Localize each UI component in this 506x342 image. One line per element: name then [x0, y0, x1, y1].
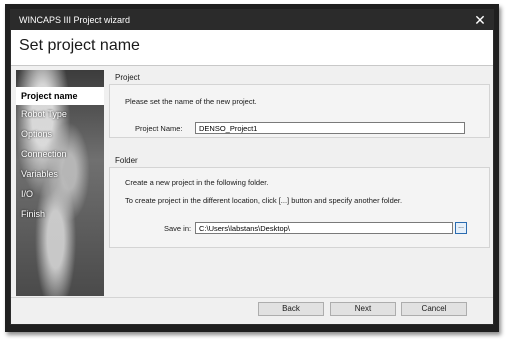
wizard-window: WINCAPS III Project wizard ✕ Set project… — [10, 9, 494, 325]
project-instruction: Please set the name of the new project. — [125, 97, 257, 106]
back-button[interactable]: Back — [258, 302, 324, 316]
next-button[interactable]: Next — [330, 302, 396, 316]
browse-folder-button[interactable]: ... — [455, 222, 467, 234]
title-bar: WINCAPS III Project wizard ✕ — [11, 10, 493, 30]
sidebar-item-project-name: Project name — [16, 87, 104, 105]
window-title: WINCAPS III Project wizard — [19, 15, 131, 25]
sidebar-item-robot-type: Robot Type — [21, 109, 67, 119]
page-header: Set project name — [11, 30, 493, 66]
project-group-label: Project — [115, 73, 140, 82]
wizard-sidebar: Project name Robot Type Options Connecti… — [16, 70, 104, 296]
project-name-input[interactable] — [195, 122, 465, 134]
cancel-button[interactable]: Cancel — [401, 302, 467, 316]
footer-divider — [11, 297, 493, 298]
folder-group-label: Folder — [115, 156, 138, 165]
project-name-label: Project Name: — [135, 124, 183, 133]
page-title: Set project name — [19, 37, 140, 54]
close-icon[interactable]: ✕ — [467, 10, 493, 30]
sidebar-item-options: Options — [21, 129, 53, 139]
save-in-input[interactable] — [195, 222, 453, 234]
folder-description-1: Create a new project in the following fo… — [125, 178, 269, 187]
project-group: Project Please set the name of the new p… — [109, 72, 490, 138]
sidebar-item-connection: Connection — [21, 149, 67, 159]
folder-description-2: To create project in the different locat… — [125, 196, 403, 205]
sidebar-item-finish: Finish — [21, 209, 46, 219]
folder-group: Folder Create a new project in the follo… — [109, 155, 490, 248]
sidebar-item-io: I/O — [21, 189, 34, 199]
save-in-label: Save in: — [164, 224, 192, 233]
sidebar-item-variables: Variables — [21, 169, 58, 179]
content-area: Project Please set the name of the new p… — [109, 70, 490, 296]
